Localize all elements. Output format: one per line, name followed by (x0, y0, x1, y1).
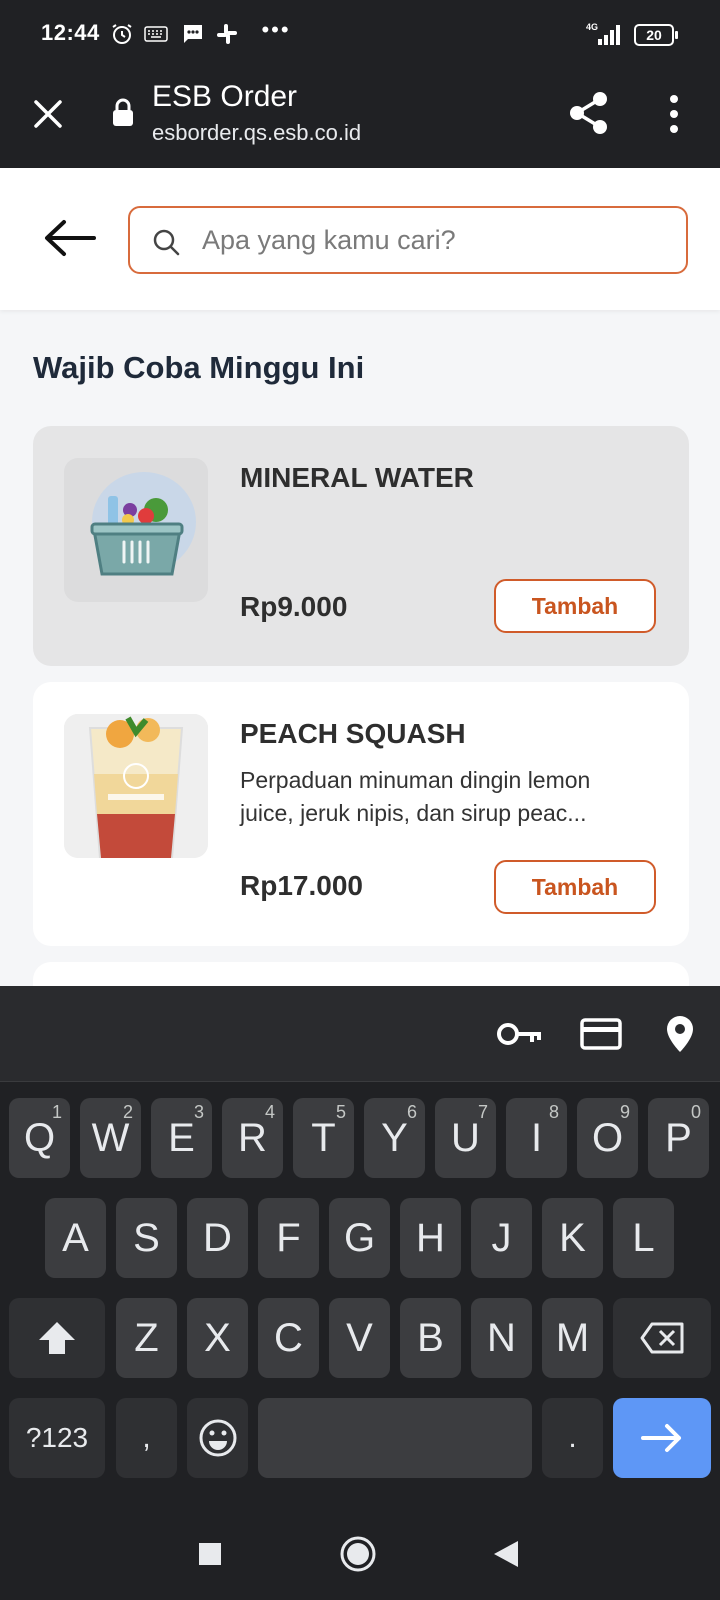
key-t[interactable]: T5 (293, 1098, 354, 1178)
key-w[interactable]: W2 (80, 1098, 141, 1178)
key-u[interactable]: U7 (435, 1098, 496, 1178)
key-hint: 4 (264, 1102, 275, 1122)
status-bar: 12:44 ••• 4G 20 (0, 0, 720, 68)
shift-key[interactable] (9, 1298, 105, 1378)
key-f[interactable]: F (258, 1198, 319, 1278)
emoji-icon (199, 1419, 236, 1457)
search-box[interactable] (128, 206, 688, 274)
arrow-right-icon (641, 1424, 681, 1452)
key-label: T (311, 1115, 336, 1160)
lock-icon[interactable] (111, 98, 135, 128)
key-i[interactable]: I8 (506, 1098, 567, 1178)
key-a[interactable]: A (45, 1198, 106, 1278)
space-key[interactable] (258, 1398, 532, 1478)
keyboard-icon (144, 20, 168, 48)
key-icon[interactable] (496, 1014, 544, 1054)
key-hint: 1 (51, 1102, 62, 1122)
key-k[interactable]: K (542, 1198, 603, 1278)
product-description: Perpaduan minuman dingin lemon juice, je… (240, 767, 591, 826)
key-x[interactable]: X (187, 1298, 248, 1378)
page-url[interactable]: esborder.qs.esb.co.id (152, 120, 361, 146)
search-header (0, 168, 720, 310)
product-price: Rp17.000 (240, 870, 363, 901)
key-hint: 7 (477, 1102, 488, 1122)
key-m[interactable]: M (542, 1298, 603, 1378)
symbols-key[interactable]: ?123 (9, 1398, 105, 1478)
add-button[interactable]: Tambah (494, 579, 656, 633)
key-hint: 0 (690, 1102, 701, 1122)
back-nav-icon[interactable] (482, 1530, 530, 1578)
add-button[interactable]: Tambah (494, 860, 656, 914)
recents-icon[interactable] (186, 1530, 234, 1578)
search-icon (152, 228, 180, 256)
location-pin-icon[interactable] (664, 1014, 696, 1054)
key-l[interactable]: L (613, 1198, 674, 1278)
product-card-peach-squash[interactable]: PEACH SQUASH Perpaduan minuman dingin le… (33, 682, 689, 946)
key-r[interactable]: R4 (222, 1098, 283, 1178)
product-name: PEACH SQUASH (240, 718, 466, 749)
close-icon[interactable] (28, 94, 68, 134)
key-y[interactable]: Y6 (364, 1098, 425, 1178)
key-h[interactable]: H (400, 1198, 461, 1278)
status-time: 12:44 (41, 20, 100, 45)
page-title[interactable]: ESB Order (152, 80, 297, 114)
backspace-key[interactable] (613, 1298, 711, 1378)
key-e[interactable]: E3 (151, 1098, 212, 1178)
keyboard-suggestion-bar (0, 986, 720, 1082)
back-arrow-icon[interactable] (42, 216, 98, 260)
signal-icon: 4G (586, 20, 622, 48)
credit-card-icon[interactable] (580, 1014, 622, 1054)
key-label: O (591, 1115, 624, 1160)
search-input[interactable] (202, 218, 672, 262)
key-label: U (451, 1115, 480, 1160)
more-notifications-icon: ••• (261, 17, 291, 42)
home-icon[interactable] (334, 1530, 382, 1578)
section-title: Wajib Coba Minggu Ini (33, 350, 365, 385)
key-s[interactable]: S (116, 1198, 177, 1278)
battery-indicator: 20 (634, 24, 678, 46)
product-price: Rp9.000 (240, 591, 348, 622)
system-nav-bar (0, 1508, 720, 1600)
more-vert-icon[interactable] (664, 92, 684, 136)
key-hint: 3 (193, 1102, 204, 1122)
browser-toolbar: ESB Order esborder.qs.esb.co.id (0, 68, 720, 168)
period-key[interactable]: . (542, 1398, 603, 1478)
key-hint: 5 (335, 1102, 346, 1122)
key-c[interactable]: C (258, 1298, 319, 1378)
comma-key[interactable]: , (116, 1398, 177, 1478)
key-q[interactable]: Q1 (9, 1098, 70, 1178)
message-icon (180, 20, 206, 48)
alarm-icon (110, 20, 134, 48)
key-o[interactable]: O9 (577, 1098, 638, 1178)
backspace-icon (640, 1322, 684, 1354)
key-hint: 2 (122, 1102, 133, 1122)
key-z[interactable]: Z (116, 1298, 177, 1378)
network-label: 4G (586, 22, 598, 32)
go-key[interactable] (613, 1398, 711, 1478)
peach-squash-drink-image (64, 714, 208, 858)
key-hint: 8 (548, 1102, 559, 1122)
key-d[interactable]: D (187, 1198, 248, 1278)
key-hint: 9 (619, 1102, 630, 1122)
key-label: Y (381, 1115, 408, 1160)
key-p[interactable]: P0 (648, 1098, 709, 1178)
key-v[interactable]: V (329, 1298, 390, 1378)
key-hint: 6 (406, 1102, 417, 1122)
key-j[interactable]: J (471, 1198, 532, 1278)
key-n[interactable]: N (471, 1298, 532, 1378)
product-name: MINERAL WATER (240, 462, 474, 493)
grocery-basket-icon (64, 458, 208, 602)
emoji-key[interactable] (187, 1398, 248, 1478)
share-icon[interactable] (568, 90, 610, 136)
slack-icon (214, 20, 240, 48)
product-card-mineral-water[interactable]: MINERAL WATER Rp9.000 Tambah (33, 426, 689, 666)
key-label: I (530, 1115, 543, 1160)
shift-icon (39, 1322, 75, 1354)
key-b[interactable]: B (400, 1298, 461, 1378)
key-label: R (238, 1115, 267, 1160)
key-label: P (665, 1115, 692, 1160)
key-label: Q (23, 1115, 56, 1160)
key-label: E (168, 1115, 195, 1160)
key-g[interactable]: G (329, 1198, 390, 1278)
